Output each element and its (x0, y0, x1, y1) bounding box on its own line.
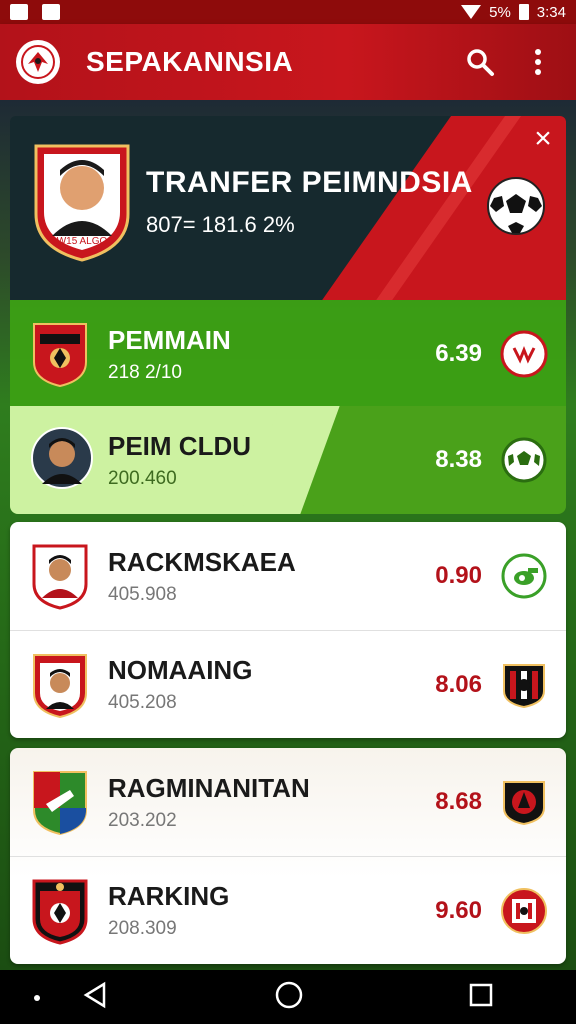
whistle-icon[interactable] (500, 552, 548, 600)
list-item-subtitle: 218 2/10 (108, 361, 182, 383)
list-item-score: 8.68 (435, 788, 482, 815)
list-item-score: 9.60 (435, 896, 482, 924)
search-icon[interactable] (458, 40, 502, 84)
list-item-title: PEMMAIN (108, 324, 231, 355)
club-crest-icon (30, 877, 90, 945)
list-item-ragminanitan[interactable]: RAGMINANITAN 203.202 8.68 (10, 748, 566, 856)
player-badge-icon (30, 542, 90, 610)
player-avatar (30, 426, 93, 494)
status-right: 5% 3:34 (461, 4, 566, 21)
club-crest-icon (30, 320, 90, 388)
club-crest-icon[interactable] (500, 661, 548, 709)
list-item-pemmain[interactable]: PEMMAIN 218 2/10 6.39 (10, 300, 566, 408)
more-vert-icon[interactable] (516, 40, 560, 84)
list-item-subtitle: 208.309 (108, 918, 177, 939)
soccer-ball-icon[interactable] (500, 436, 548, 484)
image-notification-icon (42, 4, 60, 20)
club-crest-icon[interactable] (500, 887, 548, 935)
list-item-title: NOMAAING (108, 655, 253, 685)
badge-icon[interactable] (500, 330, 548, 378)
soccer-ball-icon (486, 176, 546, 236)
club-crest-icon[interactable] (500, 778, 548, 826)
home-icon[interactable] (274, 980, 304, 1015)
hero-subtitle: 807= 181.6 2% (146, 212, 295, 237)
recents-icon[interactable] (468, 982, 494, 1013)
status-bar: 5% 3:34 (0, 0, 576, 24)
battery-icon (518, 4, 529, 20)
hero-title: TRANFER PEIMNDSIA (146, 166, 473, 199)
list-item-score: 0.90 (435, 562, 482, 589)
wifi-icon (461, 5, 482, 19)
app-title: SEPAKANNSIA (86, 46, 294, 77)
list-item-score: 8.06 (435, 670, 482, 698)
club-crest-icon (30, 768, 90, 836)
battery-text: 5% (489, 3, 511, 21)
player-badge-icon (30, 651, 90, 719)
list-item-title: PEIM CLDU (108, 430, 251, 461)
app-bar: SEPAKANNSIA (0, 24, 576, 100)
clock-text: 3:34 (536, 3, 566, 21)
notification-icon (10, 4, 28, 20)
list-item-score: 6.39 (435, 340, 482, 367)
app-logo-icon[interactable] (16, 40, 60, 84)
list-item-subtitle: 405.208 (108, 692, 177, 713)
list-item-title: RAGMINANITAN (108, 772, 310, 803)
back-icon[interactable] (82, 981, 110, 1014)
system-nav-bar (0, 970, 576, 1024)
close-icon[interactable]: × (530, 124, 556, 154)
list-item-subtitle: 200.460 (108, 467, 177, 489)
list-item-nomaaing[interactable]: NOMAAING 405.208 8.06 (10, 630, 566, 738)
notification-icons (10, 4, 60, 20)
nav-dot-indicator (34, 995, 40, 1001)
list-item-score: 8.38 (435, 446, 482, 473)
transfer-hero-card[interactable]: W15 ALGO TRANFER PEIMNDSIA 807= 181.6 2%… (10, 116, 566, 300)
player-badge-icon: W15 ALGO (30, 136, 134, 262)
list-item-rarking[interactable]: RARKING 208.309 9.60 (10, 856, 566, 964)
list-item-rackmskaea[interactable]: RACKMSKAEA 405.908 0.90 (10, 522, 566, 630)
badge-text: W15 ALGO (57, 236, 108, 247)
ranking-card: RACKMSKAEA 405.908 0.90 NOMAAING 405.208… (10, 522, 566, 738)
list-item-title: RARKING (108, 881, 230, 911)
list-item-subtitle: 405.908 (108, 583, 177, 605)
list-item-subtitle: 203.202 (108, 809, 177, 831)
ranking-card: RAGMINANITAN 203.202 8.68 RARKING 208.30… (10, 748, 566, 964)
list-item-title: RACKMSKAEA (108, 546, 296, 577)
list-item-peim-cldu[interactable]: PEIM CLDU 200.460 8.38 (10, 406, 566, 514)
